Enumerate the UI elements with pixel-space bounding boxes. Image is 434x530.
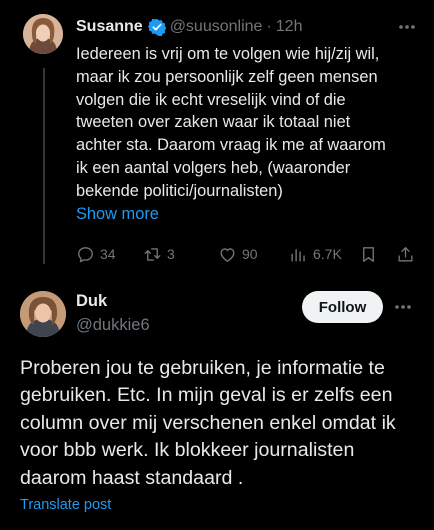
reply-icon	[78, 246, 93, 262]
follow-button[interactable]: Follow	[302, 291, 383, 323]
verified-badge-icon	[147, 18, 166, 36]
avatar[interactable]	[23, 14, 63, 54]
share-icon	[398, 246, 413, 262]
more-icon[interactable]	[392, 298, 414, 316]
like-button[interactable]: 90	[218, 242, 258, 266]
display-name[interactable]: Susanne	[76, 18, 143, 36]
more-icon[interactable]	[396, 18, 418, 36]
bookmark-button[interactable]	[359, 242, 378, 266]
display-name[interactable]: Duk	[76, 292, 107, 311]
tweet-text: Iedereen is vrij om te volgen wie hij/zi…	[76, 45, 386, 200]
timestamp[interactable]: 12h	[276, 18, 303, 36]
avatar[interactable]	[20, 291, 66, 337]
tweet-header: Susanne @suusonline · 12h	[76, 15, 418, 39]
separator-dot: ·	[266, 18, 272, 35]
views-button[interactable]: 6.7K	[289, 242, 342, 266]
tweet-actions: 34 3 90 6.7K	[76, 242, 420, 266]
like-icon	[220, 247, 235, 262]
translate-post-link[interactable]: Translate post	[20, 497, 111, 513]
repost-icon	[144, 247, 161, 261]
bookmark-icon	[363, 246, 374, 262]
handle[interactable]: @dukkie6	[76, 316, 150, 335]
handle[interactable]: @suusonline	[170, 18, 263, 36]
share-button[interactable]	[396, 242, 415, 266]
reply-button[interactable]: 34	[76, 242, 116, 266]
like-count: 90	[242, 246, 258, 262]
reply-count: 34	[100, 246, 116, 262]
views-icon	[291, 248, 305, 262]
show-more-link[interactable]: Show more	[76, 203, 159, 225]
views-count: 6.7K	[313, 246, 342, 262]
repost-count: 3	[167, 246, 175, 262]
tweet-text: Proberen jou te gebruiken, je informatie…	[20, 357, 396, 489]
repost-button[interactable]: 3	[143, 242, 175, 266]
thread-connector	[43, 68, 45, 264]
